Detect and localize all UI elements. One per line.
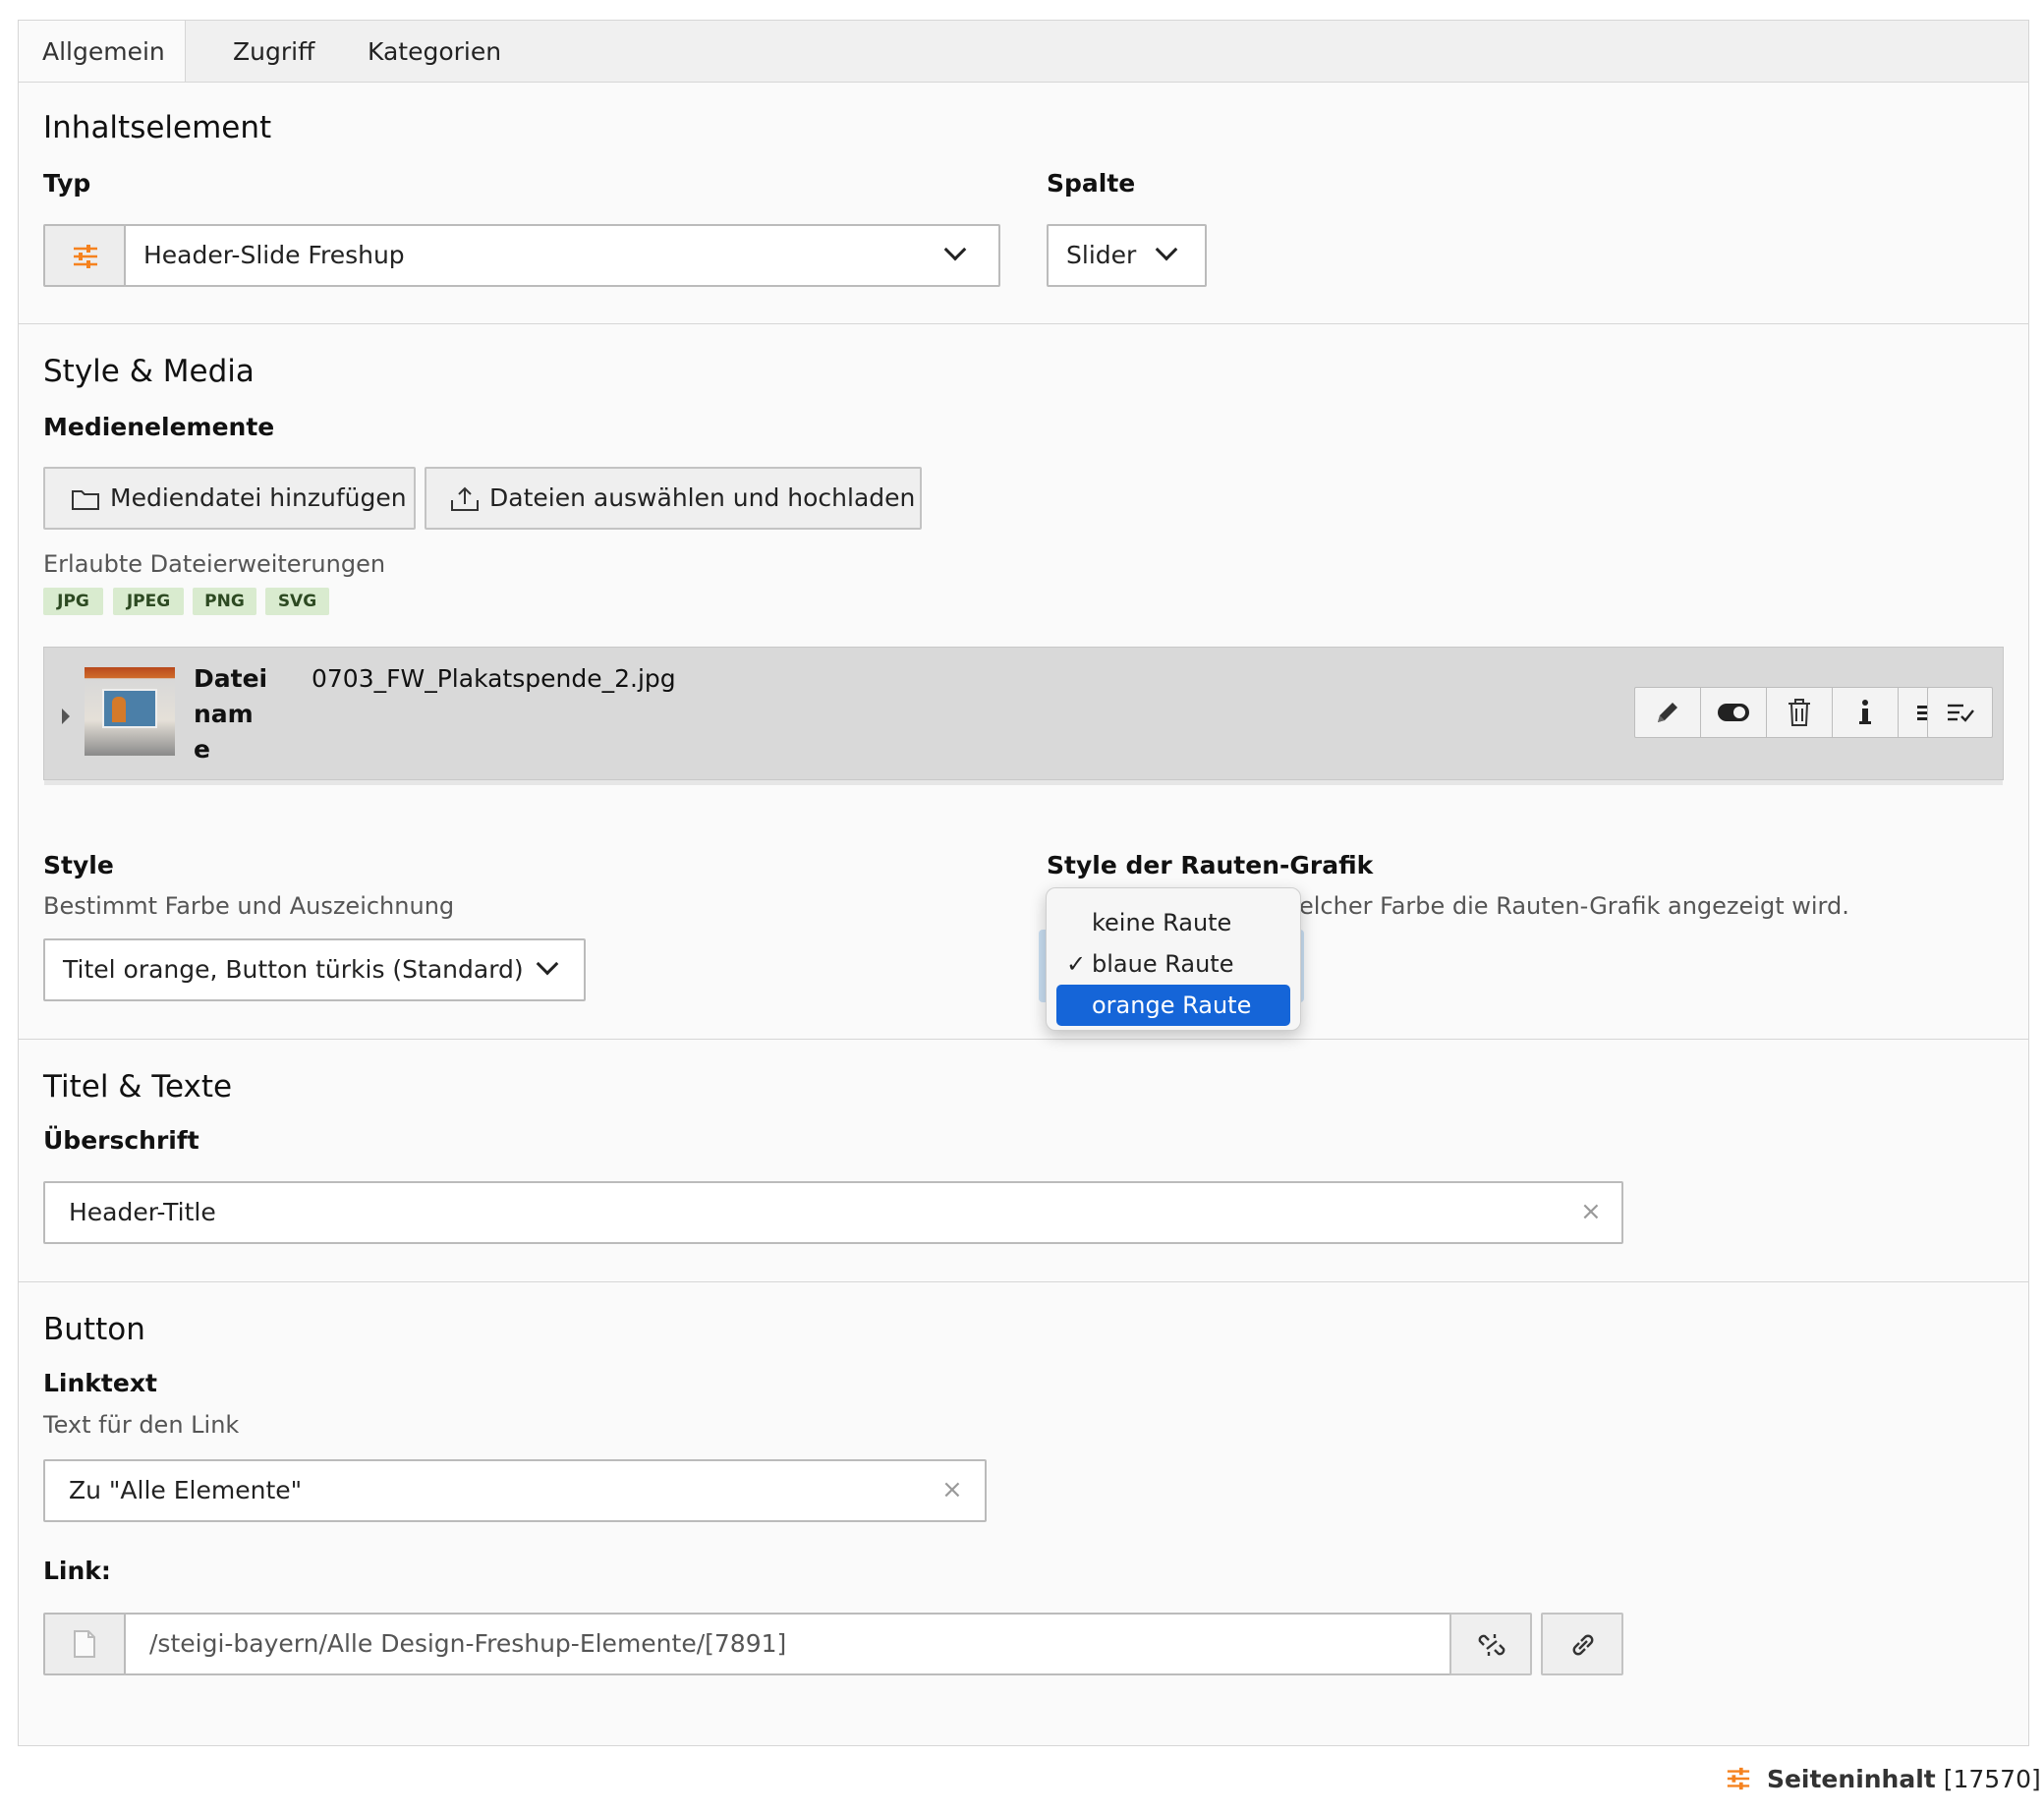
spalte-select[interactable]: Slider	[1047, 224, 1207, 287]
pencil-icon	[1658, 703, 1677, 722]
chevron-down-icon	[1155, 238, 1178, 261]
file-name-value: 0703_FW_Plakatspende_2.jpg	[312, 664, 676, 693]
section-title-titel-texte: Titel & Texte	[43, 1069, 233, 1105]
ueberschrift-input[interactable]: Header-Title ×	[43, 1181, 1623, 1244]
chevron-down-icon	[536, 952, 559, 976]
allowed-extensions-label: Erlaubte Dateierweiterungen	[43, 550, 386, 578]
content-element-icon	[74, 245, 97, 268]
content-element-icon	[1727, 1767, 1750, 1790]
style-select-value: Titel orange, Button türkis (Standard)	[63, 955, 524, 984]
info-button[interactable]	[1833, 688, 1899, 737]
style-description: Bestimmt Farbe und Auszeichnung	[43, 892, 455, 920]
ueberschrift-label: Überschrift	[43, 1126, 199, 1155]
tab-allgemein[interactable]: Allgemein	[19, 21, 186, 85]
thumbnail-figure	[112, 697, 126, 722]
link-input-value: /steigi-bayern/Alle Design-Freshup-Eleme…	[149, 1629, 787, 1658]
page-icon	[74, 1630, 95, 1658]
rauten-dropdown-menu: keine Raute ✓ blaue Raute orange Raute	[1046, 887, 1301, 1031]
record-footer: Seiteninhalt [17570]	[1726, 1765, 2041, 1793]
style-label: Style	[43, 851, 114, 879]
link-label: Link:	[43, 1557, 111, 1585]
file-controls	[1634, 687, 1965, 738]
dropdown-option[interactable]: ✓ blaue Raute	[1056, 943, 1290, 985]
localize-button[interactable]	[1927, 687, 1993, 738]
option-label: blaue Raute	[1092, 950, 1234, 978]
linktext-label: Linktext	[43, 1369, 157, 1397]
file-reference-row[interactable]: Datei nam e 0703_FW_Plakatspende_2.jpg	[43, 647, 2004, 785]
tab-zugriff[interactable]: Zugriff	[209, 21, 338, 84]
checkmark-icon: ✓	[1066, 950, 1087, 978]
typ-select-value: Header-Slide Freshup	[143, 241, 405, 269]
clear-icon[interactable]: ×	[941, 1475, 963, 1504]
delete-button[interactable]	[1767, 688, 1833, 737]
file-name-label-line: Datei	[194, 664, 268, 693]
tab-bar: Allgemein Zugriff Kategorien	[18, 20, 2029, 85]
record-id: [17570]	[1943, 1765, 2041, 1793]
tab-kategorien[interactable]: Kategorien	[344, 21, 525, 84]
typ-select[interactable]: Header-Slide Freshup	[124, 224, 1000, 287]
file-name-label: Datei nam e	[194, 661, 272, 767]
file-row-shadow	[44, 780, 2003, 785]
link-icon-addon	[43, 1613, 126, 1675]
trash-icon	[1788, 699, 1810, 726]
style-select[interactable]: Titel orange, Button türkis (Standard)	[43, 938, 586, 1001]
section-title-style-media: Style & Media	[43, 354, 255, 389]
edit-button[interactable]	[1635, 688, 1701, 737]
add-media-button-label: Mediendatei hinzufügen	[110, 483, 407, 512]
section-divider	[18, 1281, 2029, 1282]
option-label: keine Raute	[1092, 909, 1232, 936]
info-icon	[1859, 700, 1871, 724]
rauten-style-description: elcher Farbe die Rauten-Grafik angezeigt…	[1299, 892, 1849, 920]
clear-icon[interactable]: ×	[1580, 1197, 1602, 1226]
extension-badge: PNG	[193, 588, 256, 615]
medienelemente-label: Medienelemente	[43, 413, 275, 441]
section-divider	[18, 1039, 2029, 1040]
expand-caret-icon[interactable]	[62, 709, 70, 724]
link-icon	[1572, 1634, 1594, 1656]
file-name-label-line: e	[194, 735, 210, 764]
thumbnail-screen	[102, 689, 157, 728]
chevron-down-icon	[943, 238, 967, 261]
toggle-icon	[1718, 704, 1749, 721]
link-browser-button[interactable]	[1541, 1613, 1623, 1675]
linktext-input-value: Zu "Alle Elemente"	[69, 1476, 303, 1504]
upload-files-button-label: Dateien auswählen und hochladen	[489, 483, 916, 512]
file-thumbnail	[85, 667, 175, 756]
unlink-icon	[1478, 1634, 1505, 1656]
extension-badge: SVG	[265, 588, 329, 615]
folder-icon	[72, 490, 99, 510]
ueberschrift-input-value: Header-Title	[69, 1198, 216, 1226]
rauten-style-label: Style der Rauten-Grafik	[1047, 851, 1374, 879]
list-check-icon	[1947, 704, 1974, 722]
file-name-label-line: nam	[194, 700, 254, 728]
record-type: Seiteninhalt	[1766, 1765, 1936, 1793]
section-divider	[18, 323, 2029, 324]
dropdown-option[interactable]: orange Raute	[1056, 985, 1290, 1026]
toggle-visibility-button[interactable]	[1701, 688, 1767, 737]
dropdown-option[interactable]: keine Raute	[1056, 902, 1290, 943]
typ-label: Typ	[43, 169, 91, 198]
section-title-inhaltselement: Inhaltselement	[43, 110, 272, 145]
unlink-button[interactable]	[1449, 1613, 1532, 1675]
typ-icon-addon	[43, 224, 126, 287]
spalte-select-value: Slider	[1066, 241, 1137, 269]
linktext-input[interactable]: Zu "Alle Elemente" ×	[43, 1459, 987, 1522]
add-media-button[interactable]: Mediendatei hinzufügen	[43, 467, 416, 530]
linktext-description: Text für den Link	[43, 1411, 240, 1439]
section-title-button: Button	[43, 1312, 145, 1347]
extension-badge: JPG	[43, 588, 103, 615]
upload-icon	[451, 486, 479, 511]
extension-badge: JPEG	[113, 588, 184, 615]
option-label: orange Raute	[1092, 992, 1252, 1019]
link-input[interactable]: /steigi-bayern/Alle Design-Freshup-Eleme…	[124, 1613, 1452, 1675]
upload-files-button[interactable]: Dateien auswählen und hochladen	[425, 467, 922, 530]
spalte-label: Spalte	[1047, 169, 1136, 198]
